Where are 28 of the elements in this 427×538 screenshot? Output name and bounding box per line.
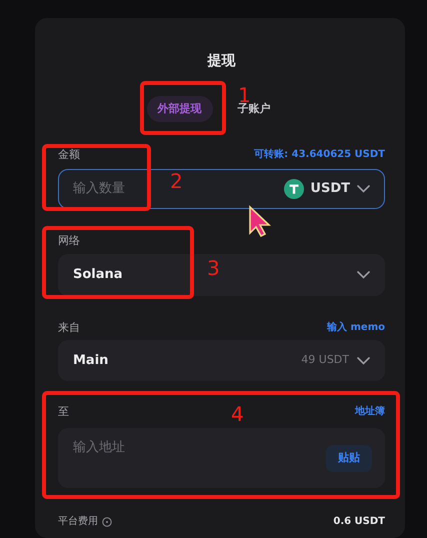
address-field[interactable]: 输入地址 贴贴 bbox=[58, 428, 385, 488]
annotation-number: 3 bbox=[207, 257, 220, 279]
dialog-title: 提现 bbox=[206, 52, 236, 71]
field-link[interactable]: 输入 memo bbox=[327, 321, 385, 334]
chevron-down-icon bbox=[357, 271, 370, 279]
field-link[interactable]: 地址簿 bbox=[355, 405, 385, 418]
paste-button[interactable]: 贴贴 bbox=[326, 444, 372, 472]
cursor-icon bbox=[248, 205, 272, 237]
annotation-number: 2 bbox=[170, 170, 183, 192]
select-value: Main bbox=[73, 352, 108, 370]
coin-icon bbox=[284, 179, 304, 199]
chevron-down-icon bbox=[357, 185, 370, 193]
info-icon[interactable] bbox=[102, 516, 112, 526]
address-input[interactable]: 输入地址 bbox=[73, 429, 326, 487]
balance-text: 49 USDT bbox=[301, 352, 349, 368]
field-label: 来自 bbox=[58, 321, 80, 334]
tab[interactable]: 外部提现 bbox=[146, 96, 212, 122]
chevron-down-icon bbox=[357, 356, 370, 364]
field-label: 金额 bbox=[58, 148, 80, 161]
fee-label: 平台费用 bbox=[58, 514, 98, 529]
annotation-number: 4 bbox=[231, 403, 244, 425]
field-label: 至 bbox=[58, 405, 69, 418]
fee-value: 0.6 USDT bbox=[333, 515, 385, 529]
select-value: Solana bbox=[73, 266, 123, 284]
currency-label: USDT bbox=[310, 180, 350, 198]
field-label: 网络 bbox=[58, 234, 80, 247]
select-field[interactable]: Main 49 USDT bbox=[58, 340, 385, 381]
field-link[interactable]: 可转账: 43.640625 USDT bbox=[254, 148, 385, 161]
